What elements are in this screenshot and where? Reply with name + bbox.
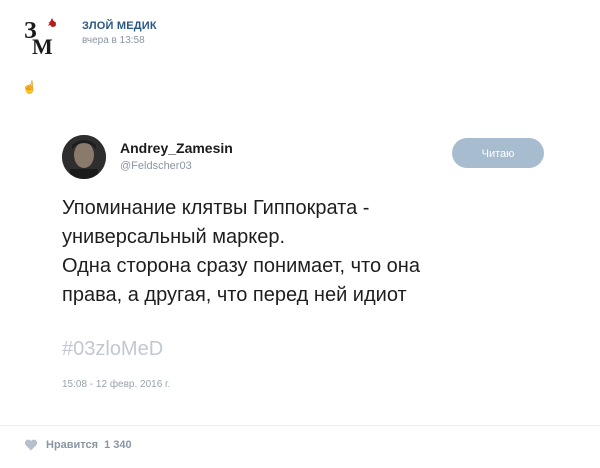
svg-text:М: М xyxy=(32,34,53,58)
tweet-line: Упоминание клятвы Гиппократа - xyxy=(62,197,370,219)
group-logo[interactable]: З М xyxy=(22,12,68,58)
post-time[interactable]: вчера в 13:58 xyxy=(82,35,157,46)
tweet-card: Andrey_Zamesin @Feldscher03 Читаю Упомин… xyxy=(62,130,562,390)
hand-icon: ☝ xyxy=(22,80,37,94)
tweet-author-handle[interactable]: @Feldscher03 xyxy=(120,160,192,172)
heart-icon xyxy=(24,439,38,451)
tweet-line: универсальный маркер. xyxy=(62,226,285,248)
follow-button[interactable]: Читаю xyxy=(452,138,544,168)
tweet-line: Одна сторона сразу понимает, что она xyxy=(62,255,420,277)
post-header: З М ЗЛОЙ МЕДИК вчера в 13:58 xyxy=(22,12,157,58)
tweet-author-name[interactable]: Andrey_Zamesin xyxy=(120,140,233,156)
like-count: 1 340 xyxy=(104,439,132,451)
tweet-hashtag[interactable]: #03zloMeD xyxy=(62,338,163,361)
divider xyxy=(0,425,600,426)
logo-icon: З М xyxy=(24,18,56,58)
tweet-date[interactable]: 15:08 - 12 февр. 2016 г. xyxy=(62,379,170,390)
like-label: Нравится xyxy=(46,439,99,451)
like-button[interactable]: Нравится 1 340 xyxy=(24,439,132,451)
tweet-line: права, а другая, что перед ней идиот xyxy=(62,284,407,306)
avatar[interactable] xyxy=(62,135,106,179)
tweet-text: Упоминание клятвы Гиппократа - универсал… xyxy=(62,194,532,310)
post-author[interactable]: ЗЛОЙ МЕДИК xyxy=(82,20,157,32)
